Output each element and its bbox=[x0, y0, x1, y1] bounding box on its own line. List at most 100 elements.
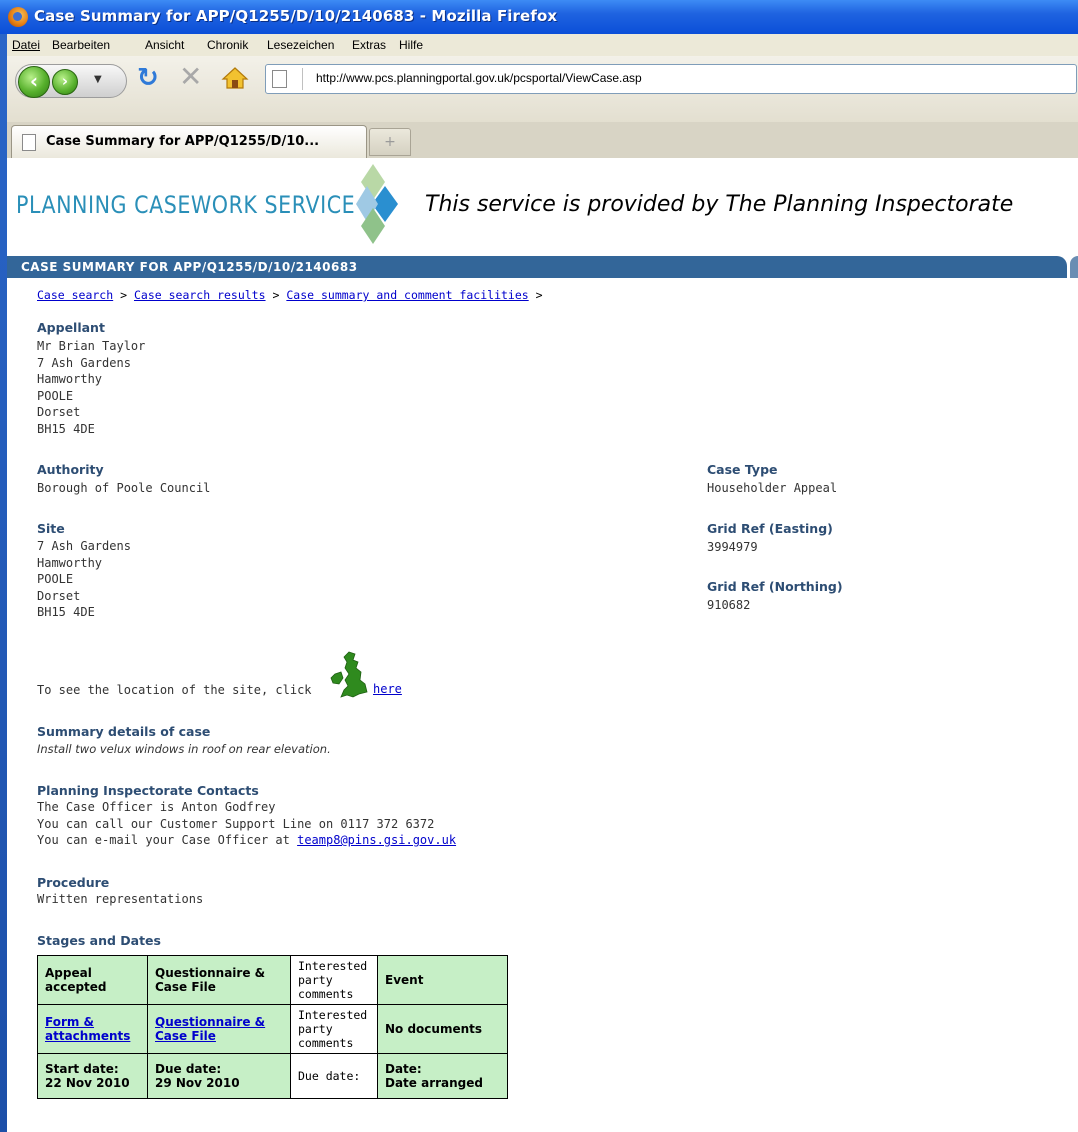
authority-value: Borough of Poole Council bbox=[37, 481, 211, 495]
menu-bar: Datei Bearbeiten Ansicht Chronik Lesezei… bbox=[7, 34, 1078, 57]
home-button[interactable] bbox=[221, 66, 249, 90]
site-logo[interactable]: PLANNING CASEWORK SERVICE bbox=[16, 191, 355, 219]
appellant-district: Hamworthy bbox=[37, 372, 103, 386]
menu-ansicht[interactable]: Ansicht bbox=[145, 38, 184, 52]
stage-header-event: Event bbox=[377, 955, 508, 1005]
site-postcode: BH15 4DE bbox=[37, 605, 95, 619]
menu-datei[interactable]: Datei bbox=[12, 38, 40, 52]
menu-lesezeichen[interactable]: Lesezeichen bbox=[267, 38, 334, 52]
stage-docs-questionnaire: Questionnaire & Case File bbox=[147, 1004, 291, 1054]
questionnaire-link[interactable]: Questionnaire & Case File bbox=[155, 1015, 265, 1043]
procedure-value: Written representations bbox=[37, 892, 204, 906]
date-label: Due date: bbox=[155, 1062, 222, 1076]
support-line: You can call our Customer Support Line o… bbox=[37, 816, 435, 831]
contacts-details: The Case Officer is Anton Godfrey You ca… bbox=[37, 799, 456, 849]
breadcrumb-case-summary[interactable]: Case summary and comment facilities bbox=[286, 288, 528, 302]
location-here-link[interactable]: here bbox=[373, 682, 402, 696]
appellant-postcode: BH15 4DE bbox=[37, 421, 95, 436]
back-button[interactable]: ‹ bbox=[18, 66, 50, 98]
date-label: Due date: bbox=[298, 1069, 361, 1083]
date-value: 29 Nov 2010 bbox=[155, 1076, 240, 1090]
breadcrumb-case-search-results[interactable]: Case search results bbox=[134, 288, 266, 302]
stages-table: Appeal accepted Questionnaire & Case Fil… bbox=[37, 955, 508, 1099]
breadcrumb-separator: > bbox=[535, 288, 543, 302]
tab-case-summary[interactable]: Case Summary for APP/Q1255/D/10... bbox=[11, 125, 367, 158]
table-row: Start date: 22 Nov 2010 Due date: 29 Nov 2… bbox=[37, 1053, 508, 1099]
stop-button[interactable]: ✕ bbox=[179, 63, 202, 91]
browser-window: Case Summary for APP/Q1255/D/10/2140683 … bbox=[0, 0, 1078, 1132]
stage-date-questionnaire: Due date: 29 Nov 2010 bbox=[147, 1053, 291, 1099]
stage-date-event: Date: Date arranged bbox=[377, 1053, 508, 1099]
summary-label: Summary details of case bbox=[37, 724, 211, 739]
grid-easting-label: Grid Ref (Easting) bbox=[707, 521, 833, 536]
site-county: Dorset bbox=[37, 588, 81, 603]
officer-email-link[interactable]: teamp8@pins.gsi.gov.uk bbox=[297, 833, 456, 847]
site-label: Site bbox=[37, 521, 65, 536]
firefox-icon bbox=[8, 7, 28, 27]
stage-date-appeal: Start date: 22 Nov 2010 bbox=[37, 1053, 148, 1099]
site-district: Hamworthy bbox=[37, 555, 103, 570]
location-text: To see the location of the site, click bbox=[37, 683, 312, 697]
authority-label: Authority bbox=[37, 462, 104, 477]
site-street: 7 Ash Gardens bbox=[37, 539, 131, 553]
stage-header-appeal: Appeal accepted bbox=[37, 955, 148, 1005]
history-dropdown-icon[interactable]: ▼ bbox=[94, 74, 102, 85]
breadcrumb: Case search > Case search results > Case… bbox=[37, 288, 543, 302]
stage-header-comments: Interested party comments bbox=[290, 955, 378, 1005]
appellant-address: Mr Brian Taylor 7 Ash Gardens Hamworthy … bbox=[37, 338, 145, 437]
tab-title: Case Summary for APP/Q1255/D/10... bbox=[46, 134, 320, 149]
service-tagline: This service is provided by The Planning… bbox=[425, 192, 1014, 217]
stage-docs-comments: Interested party comments bbox=[290, 1004, 378, 1054]
date-value: Date arranged bbox=[385, 1076, 484, 1090]
case-type-value: Householder Appeal bbox=[707, 481, 838, 495]
case-summary-bar: CASE SUMMARY FOR APP/Q1255/D/10/2140683 bbox=[7, 256, 1067, 278]
nav-button-group: ‹ › ▼ bbox=[15, 64, 127, 98]
stage-docs-event: No documents bbox=[377, 1004, 508, 1054]
logo-diamonds-icon bbox=[356, 164, 398, 244]
email-line: You can e-mail your Case Officer at team… bbox=[37, 832, 456, 849]
appellant-county: Dorset bbox=[37, 405, 81, 419]
page-icon bbox=[22, 134, 36, 151]
url-text[interactable]: http://www.pcs.planningportal.gov.uk/pcs… bbox=[316, 71, 642, 85]
stage-date-comments: Due date: bbox=[290, 1053, 378, 1099]
menu-bearbeiten[interactable]: Bearbeiten bbox=[52, 38, 110, 52]
window-title: Case Summary for APP/Q1255/D/10/2140683 … bbox=[34, 7, 558, 25]
date-label: Date: bbox=[385, 1062, 422, 1076]
breadcrumb-case-search[interactable]: Case search bbox=[37, 288, 113, 302]
case-officer-line: The Case Officer is Anton Godfrey bbox=[37, 800, 276, 814]
page-icon bbox=[272, 70, 287, 88]
grid-easting-value: 3994979 bbox=[707, 540, 758, 554]
date-label: Start date: bbox=[45, 1062, 119, 1076]
stage-header-questionnaire: Questionnaire & Case File bbox=[147, 955, 291, 1005]
menu-chronik[interactable]: Chronik bbox=[207, 38, 248, 52]
address-separator bbox=[302, 68, 303, 90]
home-icon bbox=[221, 67, 249, 89]
new-tab-button[interactable]: + bbox=[369, 128, 411, 156]
reload-button[interactable]: ↻ bbox=[137, 64, 159, 92]
breadcrumb-separator: > bbox=[120, 288, 128, 302]
contacts-label: Planning Inspectorate Contacts bbox=[37, 783, 259, 798]
case-type-label: Case Type bbox=[707, 462, 778, 477]
site-address: 7 Ash Gardens Hamworthy POOLE Dorset BH1… bbox=[37, 538, 131, 621]
stages-label: Stages and Dates bbox=[37, 933, 161, 948]
table-row: Form & attachments Questionnaire & Case … bbox=[37, 1004, 508, 1054]
site-town: POOLE bbox=[37, 572, 74, 586]
procedure-label: Procedure bbox=[37, 875, 110, 890]
breadcrumb-separator: > bbox=[272, 288, 280, 302]
address-bar[interactable]: http://www.pcs.planningportal.gov.uk/pcs… bbox=[265, 64, 1077, 94]
appellant-town: POOLE bbox=[37, 388, 74, 403]
menu-extras[interactable]: Extras bbox=[352, 38, 386, 52]
form-attachments-link[interactable]: Form & attachments bbox=[45, 1015, 130, 1043]
navigation-toolbar: ‹ › ▼ ↻ ✕ http://www.pcs.planningportal.… bbox=[7, 56, 1078, 122]
table-row: Appeal accepted Questionnaire & Case Fil… bbox=[37, 955, 508, 1005]
menu-hilfe[interactable]: Hilfe bbox=[399, 38, 423, 52]
appellant-label: Appellant bbox=[37, 320, 105, 335]
summary-value: Install two velux windows in roof on rea… bbox=[37, 742, 331, 756]
grid-northing-label: Grid Ref (Northing) bbox=[707, 579, 843, 594]
grid-northing-value: 910682 bbox=[707, 598, 751, 612]
forward-button[interactable]: › bbox=[52, 69, 78, 95]
title-bar[interactable]: Case Summary for APP/Q1255/D/10/2140683 … bbox=[0, 0, 1078, 34]
date-value: 22 Nov 2010 bbox=[45, 1076, 130, 1090]
uk-map-icon[interactable] bbox=[327, 650, 371, 700]
stage-docs-appeal: Form & attachments bbox=[37, 1004, 148, 1054]
